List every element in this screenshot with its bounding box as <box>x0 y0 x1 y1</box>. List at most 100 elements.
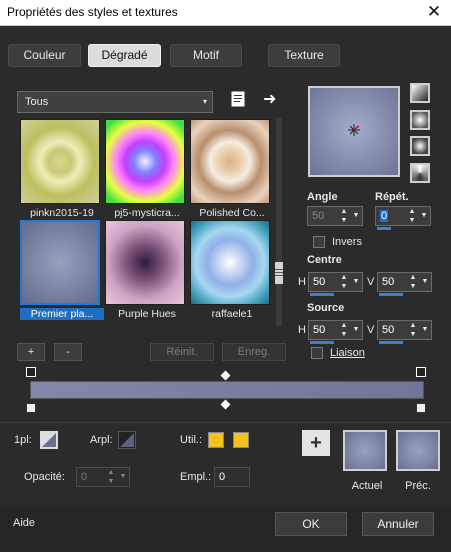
tab-degrade[interactable]: Dégradé <box>88 44 161 67</box>
save-button[interactable]: Enreg. <box>222 343 286 361</box>
spin-arrows-icon[interactable]: ▲ ▼ <box>338 273 350 291</box>
gradient-swatch[interactable]: Polished Co... <box>190 119 272 223</box>
tab-couleur[interactable]: Couleur <box>8 44 81 67</box>
swatch-label: Purple Hues <box>118 308 176 320</box>
chevron-down-icon[interactable]: ▼ <box>351 273 361 291</box>
add-gradient-button[interactable]: + <box>17 343 45 361</box>
centre-h-label: H <box>298 276 306 288</box>
window-title: Propriétés des styles et textures <box>7 5 178 19</box>
current-label: Actuel <box>351 480 383 492</box>
empl-field[interactable]: 0 <box>214 467 250 487</box>
gradient-thumbnail <box>190 119 270 204</box>
reset-button[interactable]: Réinit. <box>150 343 214 361</box>
centre-v-spinner[interactable]: 50 ▲ ▼ ▼ <box>377 272 432 292</box>
gradient-swatch[interactable]: Premier pla... <box>20 220 104 324</box>
gradient-thumbnail <box>20 119 100 204</box>
angle-spinner[interactable]: 50 ▲ ▼ ▼ <box>307 206 363 226</box>
swatch-label: Polished Co... <box>199 207 265 219</box>
arrow-right-icon[interactable]: ➜ <box>263 89 276 109</box>
close-icon[interactable]: ✕ <box>417 0 451 26</box>
center-crosshair-icon[interactable] <box>310 88 398 175</box>
chevron-down-icon[interactable]: ▼ <box>420 321 430 339</box>
centre-label: Centre <box>307 254 342 266</box>
chevron-down-icon[interactable]: ▼ <box>351 321 361 339</box>
swatch-label: pinkn2015-19 <box>30 207 94 219</box>
centre-v-label: V <box>367 276 375 288</box>
angle-label: Angle <box>307 191 338 203</box>
spin-arrows-icon[interactable]: ▲ ▼ <box>407 321 419 339</box>
remove-gradient-button[interactable]: - <box>54 343 82 361</box>
invert-checkbox[interactable] <box>313 236 325 248</box>
invert-label: Invers <box>332 236 362 248</box>
previous-swatch[interactable] <box>396 430 440 471</box>
top-right-stop-icon[interactable] <box>416 367 426 377</box>
current-swatch[interactable] <box>343 430 387 471</box>
gradient-preview[interactable] <box>308 86 400 177</box>
chevron-down-icon: ▾ <box>202 97 207 106</box>
swatch-label: pj5-mysticra... <box>114 207 180 219</box>
source-v-slider-bar <box>379 341 403 344</box>
chevron-down-icon[interactable]: ▼ <box>419 207 429 225</box>
bottom-right-stop-icon[interactable] <box>416 403 426 413</box>
swatch-label: Premier pla... <box>20 308 104 320</box>
linear-style-icon[interactable] <box>410 83 430 103</box>
spin-arrows-icon[interactable]: ▲ ▼ <box>105 468 117 486</box>
gradient-bar[interactable] <box>30 381 424 399</box>
cancel-button[interactable]: Annuler <box>362 512 434 536</box>
centre-h-spinner[interactable]: 50 ▲ ▼ ▼ <box>308 272 363 292</box>
chevron-down-icon[interactable]: ▼ <box>420 273 430 291</box>
repeat-spinner[interactable]: 0 ▲ ▼ ▼ <box>375 206 431 226</box>
used-color-1-swatch[interactable] <box>208 432 224 448</box>
chevron-down-icon[interactable]: ▼ <box>118 468 128 486</box>
link-label: Liaison <box>330 347 365 359</box>
spin-arrows-icon[interactable]: ▲ ▼ <box>338 321 350 339</box>
first-plane-swatch[interactable] <box>40 431 58 449</box>
gradient-thumbnail <box>105 220 185 305</box>
category-value: Tous <box>25 96 49 108</box>
source-v-label: V <box>367 324 375 336</box>
empl-label: Empl.: <box>180 471 212 483</box>
back-plane-swatch[interactable] <box>118 431 136 449</box>
gradient-thumbnail <box>105 119 185 204</box>
centre-h-slider-bar <box>310 293 334 296</box>
gallery-scrollbar[interactable] <box>276 118 282 326</box>
gradient-thumbnail <box>190 220 270 305</box>
used-label: Util.: <box>180 434 202 446</box>
top-midpoint-icon[interactable] <box>220 370 231 381</box>
used-color-2-swatch[interactable] <box>233 432 249 448</box>
link-checkbox[interactable] <box>311 347 323 359</box>
add-swatch-button[interactable]: + <box>302 430 330 456</box>
help-link[interactable]: Aide <box>13 517 35 529</box>
bottom-left-stop-icon[interactable] <box>26 403 36 413</box>
repeat-slider-bar <box>377 227 391 230</box>
spin-arrows-icon[interactable]: ▲ ▼ <box>407 273 419 291</box>
spin-arrows-icon[interactable]: ▲ ▼ <box>406 207 418 225</box>
radial-style-icon[interactable] <box>410 163 430 183</box>
top-left-stop-icon[interactable] <box>26 367 36 377</box>
document-icon[interactable] <box>230 91 246 107</box>
source-h-slider-bar <box>310 341 334 344</box>
rectangular-style-icon[interactable] <box>410 110 430 130</box>
tab-motif[interactable]: Motif <box>170 44 242 67</box>
repeat-label: Répét. <box>375 191 409 203</box>
previous-label: Préc. <box>405 480 431 492</box>
gradient-swatch[interactable]: Purple Hues <box>105 220 187 324</box>
gradient-swatch[interactable]: pinkn2015-19 <box>20 119 102 223</box>
title-bar: Propriétés des styles et textures ✕ <box>0 0 451 26</box>
sunburst-style-icon[interactable] <box>410 136 430 156</box>
chevron-down-icon[interactable]: ▼ <box>351 207 361 225</box>
grip-icon <box>275 269 283 277</box>
source-v-spinner[interactable]: 50 ▲ ▼ ▼ <box>377 320 432 340</box>
gradient-swatch[interactable]: pj5-mysticra... <box>105 119 187 223</box>
spin-arrows-icon[interactable]: ▲ ▼ <box>338 207 350 225</box>
back-plane-label: Arpl: <box>90 434 113 446</box>
opacity-spinner[interactable]: 0 ▲ ▼ ▼ <box>76 467 130 487</box>
category-select[interactable]: Tous ▾ <box>17 91 213 113</box>
ok-button[interactable]: OK <box>275 512 347 536</box>
source-h-spinner[interactable]: 50 ▲ ▼ ▼ <box>308 320 363 340</box>
source-label: Source <box>307 302 345 314</box>
tab-texture[interactable]: Texture <box>268 44 340 67</box>
gradient-swatch[interactable]: raffaele1 <box>190 220 272 324</box>
first-plane-label: 1pl: <box>14 434 32 446</box>
bottom-midpoint-icon[interactable] <box>220 399 231 410</box>
